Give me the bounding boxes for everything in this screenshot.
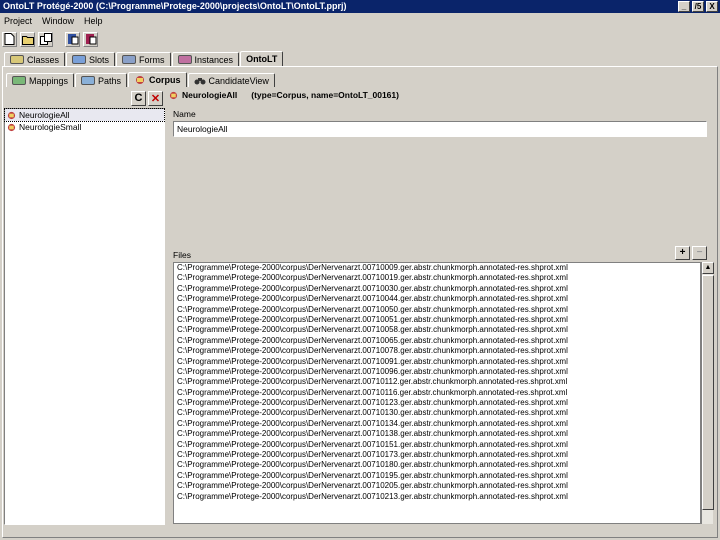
- close-button[interactable]: X: [706, 1, 718, 12]
- list-item[interactable]: C:\Programme\Protege-2000\corpus\DerNerv…: [174, 377, 700, 387]
- cut-icon: [67, 34, 78, 45]
- paste-icon: [85, 34, 96, 45]
- paste-button[interactable]: [83, 31, 98, 47]
- instance-type-info: (type=Corpus, name=OntoLT_00161): [251, 90, 399, 100]
- tab-instances[interactable]: Instances: [171, 52, 240, 66]
- corpus-icon: [7, 111, 16, 119]
- list-item[interactable]: C:\Programme\Protege-2000\corpus\DerNerv…: [174, 440, 700, 450]
- cut-button[interactable]: [65, 31, 80, 47]
- files-list: C:\Programme\Protege-2000\corpus\DerNerv…: [173, 262, 701, 524]
- main-tab-row: Classes Slots Forms Instances OntoLT: [4, 51, 284, 66]
- list-item[interactable]: C:\Programme\Protege-2000\corpus\DerNerv…: [174, 429, 700, 439]
- add-file-button[interactable]: +: [675, 246, 690, 260]
- save-project-button[interactable]: [38, 31, 53, 47]
- files-scrollbar[interactable]: ▲: [701, 262, 714, 524]
- binoculars-icon: [194, 77, 206, 84]
- instance-header: NeurologieAll (type=Corpus, name=OntoLT_…: [167, 89, 713, 101]
- slots-icon: [72, 55, 87, 64]
- list-item[interactable]: C:\Programme\Protege-2000\corpus\DerNerv…: [174, 305, 700, 315]
- window-controls: _ /5 X: [678, 1, 718, 12]
- new-project-button[interactable]: [2, 31, 17, 47]
- paths-icon: [81, 76, 96, 85]
- files-buttons: + −: [675, 246, 707, 260]
- copy-icon: [39, 33, 52, 45]
- list-item[interactable]: C:\Programme\Protege-2000\corpus\DerNerv…: [174, 315, 700, 325]
- tab-candidateview[interactable]: CandidateView: [187, 73, 275, 87]
- list-item[interactable]: C:\Programme\Protege-2000\corpus\DerNerv…: [174, 460, 700, 470]
- create-corpus-button[interactable]: C: [131, 90, 146, 106]
- menu-bar: Project Window Help: [0, 14, 720, 28]
- tab-paths[interactable]: Paths: [75, 73, 128, 87]
- delete-corpus-button[interactable]: ✕: [148, 90, 163, 106]
- remove-file-button[interactable]: −: [692, 246, 707, 260]
- corpus-list: NeurologieAll NeurologieSmall: [4, 108, 165, 525]
- list-item[interactable]: C:\Programme\Protege-2000\corpus\DerNerv…: [174, 471, 700, 481]
- list-item[interactable]: C:\Programme\Protege-2000\corpus\DerNerv…: [174, 357, 700, 367]
- corpus-list-pane: C ✕ NeurologieAll NeurologieSmall: [4, 89, 165, 525]
- tab-ontolt[interactable]: OntoLT: [240, 51, 284, 66]
- corpus-detail-pane: NeurologieAll (type=Corpus, name=OntoLT_…: [167, 89, 714, 525]
- folder-open-icon: [21, 35, 34, 45]
- sub-tab-row: Mappings Paths Corpus CandidateView: [6, 72, 276, 87]
- tab-corpus[interactable]: Corpus: [128, 72, 187, 87]
- list-item[interactable]: C:\Programme\Protege-2000\corpus\DerNerv…: [174, 336, 700, 346]
- list-item[interactable]: C:\Programme\Protege-2000\corpus\DerNerv…: [174, 419, 700, 429]
- tab-slots[interactable]: Slots: [66, 52, 116, 66]
- list-item[interactable]: C:\Programme\Protege-2000\corpus\DerNerv…: [174, 346, 700, 356]
- forms-icon: [122, 55, 137, 64]
- corpus-icon: [7, 123, 16, 131]
- files-label: Files: [173, 250, 191, 260]
- list-item[interactable]: C:\Programme\Protege-2000\corpus\DerNerv…: [174, 388, 700, 398]
- maximize-button[interactable]: /5: [692, 1, 704, 12]
- minimize-button[interactable]: _: [678, 1, 690, 12]
- name-label: Name: [173, 109, 196, 119]
- corpus-icon: [169, 91, 178, 99]
- mappings-icon: [12, 76, 26, 85]
- list-item-neurologieall[interactable]: NeurologieAll: [4, 108, 165, 122]
- list-item[interactable]: C:\Programme\Protege-2000\corpus\DerNerv…: [174, 367, 700, 377]
- scroll-up-arrow-icon[interactable]: ▲: [702, 262, 714, 274]
- new-file-icon: [4, 33, 15, 45]
- instances-icon: [177, 55, 192, 64]
- corpus-icon: [136, 76, 145, 84]
- list-item[interactable]: C:\Programme\Protege-2000\corpus\DerNerv…: [174, 284, 700, 294]
- list-item[interactable]: C:\Programme\Protege-2000\corpus\DerNerv…: [174, 273, 700, 283]
- tab-forms[interactable]: Forms: [116, 52, 171, 66]
- tab-classes[interactable]: Classes: [4, 52, 66, 66]
- tab-mappings[interactable]: Mappings: [6, 73, 75, 87]
- list-item[interactable]: C:\Programme\Protege-2000\corpus\DerNerv…: [174, 398, 700, 408]
- list-item[interactable]: C:\Programme\Protege-2000\corpus\DerNerv…: [174, 481, 700, 491]
- menu-help[interactable]: Help: [84, 14, 103, 28]
- classes-icon: [10, 55, 24, 64]
- scroll-thumb[interactable]: [702, 275, 714, 510]
- name-field[interactable]: NeurologieAll: [173, 121, 707, 137]
- list-item-neurologiesmall[interactable]: NeurologieSmall: [5, 121, 164, 133]
- window-titlebar: OntoLT Protégé-2000 (C:\Programme\Proteg…: [0, 0, 720, 13]
- list-item[interactable]: C:\Programme\Protege-2000\corpus\DerNerv…: [174, 492, 700, 502]
- list-item[interactable]: C:\Programme\Protege-2000\corpus\DerNerv…: [174, 294, 700, 304]
- list-item[interactable]: C:\Programme\Protege-2000\corpus\DerNerv…: [174, 263, 700, 273]
- window-title: OntoLT Protégé-2000 (C:\Programme\Proteg…: [3, 1, 347, 11]
- open-project-button[interactable]: [20, 31, 35, 47]
- list-item[interactable]: C:\Programme\Protege-2000\corpus\DerNerv…: [174, 325, 700, 335]
- list-item[interactable]: C:\Programme\Protege-2000\corpus\DerNerv…: [174, 450, 700, 460]
- menu-project[interactable]: Project: [4, 14, 32, 28]
- list-item[interactable]: C:\Programme\Protege-2000\corpus\DerNerv…: [174, 408, 700, 418]
- menu-window[interactable]: Window: [42, 14, 74, 28]
- corpus-list-header: C ✕: [4, 89, 165, 107]
- instance-name: NeurologieAll: [182, 90, 238, 100]
- toolbar: [0, 30, 720, 48]
